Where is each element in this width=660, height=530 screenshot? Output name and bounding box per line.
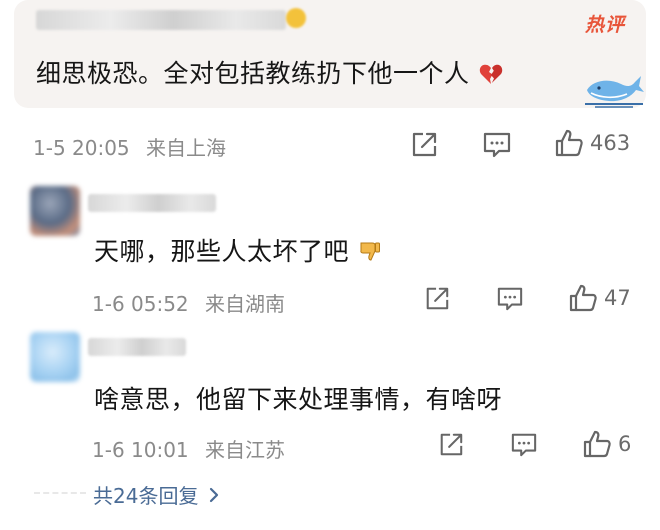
more-replies-label: 共24条回复 <box>93 484 199 508</box>
comment-button[interactable] <box>496 286 524 312</box>
share-button[interactable] <box>410 131 438 159</box>
reply-time: 1-6 05:52 <box>92 292 189 316</box>
comment-button[interactable] <box>510 432 538 458</box>
reply-meta: 1-6 05:52 来自湖南 <box>92 288 285 317</box>
reply-location: 来自湖南 <box>205 292 286 316</box>
reply-text-body: 天哪，那些人太坏了吧 <box>94 237 350 266</box>
avatar[interactable] <box>30 332 80 382</box>
like-count: 463 <box>590 131 631 155</box>
reply-author-name[interactable] <box>88 194 216 212</box>
hot-comment-location: 来自上海 <box>146 136 227 160</box>
reply-text: 天哪，那些人太坏了吧 <box>94 232 381 268</box>
share-icon <box>412 132 437 157</box>
like-button[interactable]: 463 <box>554 128 630 158</box>
divider <box>34 492 86 494</box>
thumbs-up-icon <box>569 284 597 312</box>
comment-icon <box>497 287 523 311</box>
author-badge-icon <box>286 8 306 28</box>
broken-heart-icon <box>479 63 503 85</box>
hot-badge: 热评 <box>585 14 626 36</box>
hot-comment-time: 1-5 20:05 <box>33 136 130 160</box>
share-icon <box>440 433 463 456</box>
reply-author-name[interactable] <box>88 338 186 356</box>
share-button[interactable] <box>424 286 450 312</box>
thumbs-down-icon <box>359 240 381 262</box>
thumbs-up-icon <box>583 430 611 458</box>
comment-icon <box>483 132 511 158</box>
avatar[interactable] <box>30 186 80 236</box>
like-count: 47 <box>604 286 631 310</box>
like-button[interactable]: 47 <box>568 283 631 313</box>
reply-time: 1-6 10:01 <box>92 438 189 462</box>
hot-comment-text-body: 细思极恐。全对包括教练扔下他一个人 <box>36 59 470 88</box>
like-button[interactable]: 6 <box>582 429 631 459</box>
share-icon <box>426 287 449 310</box>
comment-button[interactable] <box>482 131 512 159</box>
reply-text: 啥意思，他留下来处理事情，有啥呀 <box>94 380 502 416</box>
reply-meta: 1-6 10:01 来自江苏 <box>92 434 285 463</box>
whale-decoration-icon <box>583 66 645 110</box>
comment-icon <box>511 433 537 457</box>
reply-location: 来自江苏 <box>205 438 286 462</box>
share-button[interactable] <box>438 432 464 458</box>
reply-text-body: 啥意思，他留下来处理事情，有啥呀 <box>94 385 503 414</box>
hot-comment-text: 细思极恐。全对包括教练扔下他一个人 <box>36 54 503 90</box>
chevron-right-icon <box>208 486 220 504</box>
like-count: 6 <box>618 432 632 456</box>
hot-comment-author-name[interactable] <box>36 10 286 30</box>
thumbs-up-icon <box>555 129 583 157</box>
hot-comment-meta: 1-5 20:05 来自上海 <box>33 132 226 161</box>
more-replies-link[interactable]: 共24条回复 <box>93 480 220 509</box>
